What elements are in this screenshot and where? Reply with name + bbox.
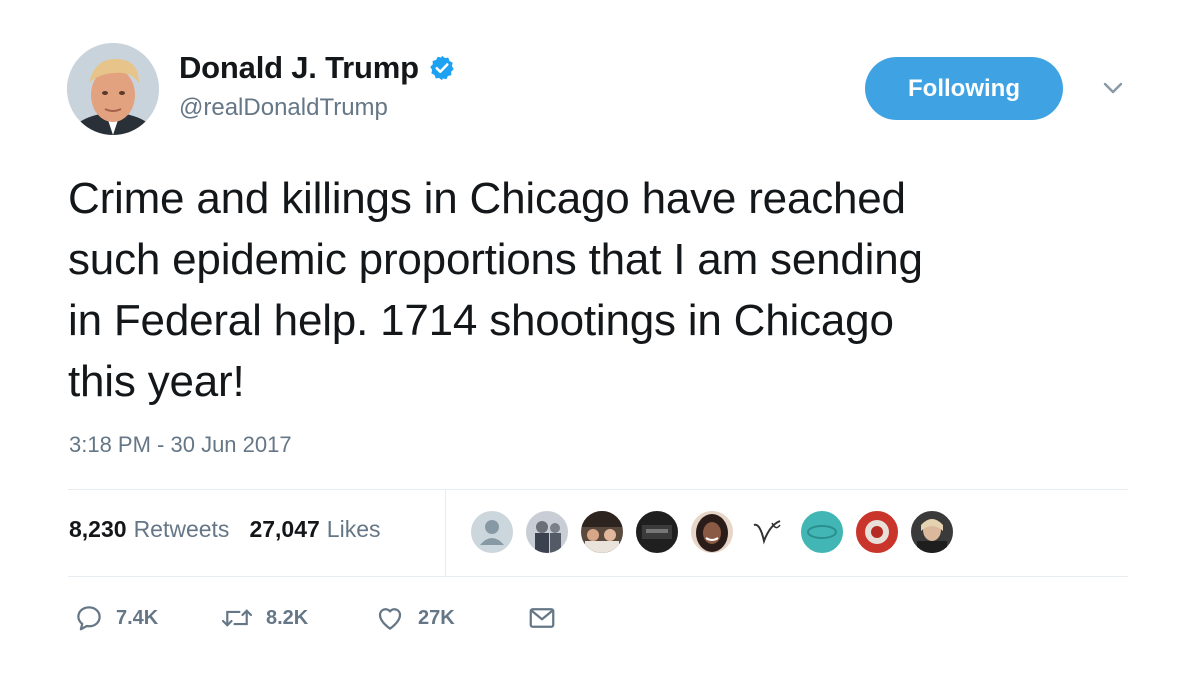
retweet-icon[interactable] [220, 603, 254, 633]
liker-avatar[interactable] [744, 509, 790, 555]
liker-avatar[interactable] [634, 509, 680, 555]
tweet-card: Donald J. Trump @realDonaldTrump Followi… [0, 0, 1200, 674]
likes-count[interactable]: 27,047 [249, 516, 319, 543]
liker-avatar[interactable] [469, 509, 515, 555]
profile-avatar[interactable] [67, 43, 159, 135]
author-info: Donald J. Trump @realDonaldTrump [179, 50, 456, 122]
reply-action[interactable]: 7.4K [74, 603, 158, 633]
retweet-action[interactable]: 8.2K [220, 603, 308, 633]
tweet-text-line: in Federal help. 1714 shootings in Chica… [68, 296, 894, 345]
divider [68, 576, 1128, 577]
tweet-text-line: such epidemic proportions that I am send… [68, 235, 923, 284]
chevron-down-icon[interactable] [1101, 80, 1125, 96]
retweets-count[interactable]: 8,230 [69, 516, 127, 543]
tweet-timestamp[interactable]: 3:18 PM - 30 Jun 2017 [69, 432, 292, 458]
liker-avatar[interactable] [854, 509, 900, 555]
heart-icon[interactable] [374, 603, 406, 633]
like-count: 27K [418, 606, 455, 629]
liker-avatar[interactable] [689, 509, 735, 555]
likes-label[interactable]: Likes [327, 516, 381, 543]
tweet-text: Crime and killings in Chicago have reach… [68, 168, 1148, 412]
user-handle[interactable]: @realDonaldTrump [179, 94, 456, 122]
liker-avatar[interactable] [524, 509, 570, 555]
stats-separator [445, 490, 446, 576]
liker-avatar[interactable] [799, 509, 845, 555]
divider [68, 489, 1128, 490]
reply-icon[interactable] [74, 603, 104, 633]
retweet-count: 8.2K [266, 606, 309, 629]
liker-avatar[interactable] [909, 509, 955, 555]
following-button[interactable]: Following [865, 57, 1063, 120]
display-name[interactable]: Donald J. Trump [179, 50, 419, 86]
direct-message-action[interactable] [526, 603, 558, 633]
reply-count: 7.4K [116, 606, 159, 629]
liker-avatar[interactable] [579, 509, 625, 555]
envelope-icon[interactable] [526, 603, 558, 633]
tweet-text-line: Crime and killings in Chicago have reach… [68, 174, 906, 223]
tweet-stats: 8,230 Retweets 27,047 Likes [69, 516, 381, 543]
verified-badge-icon [428, 54, 456, 82]
like-action[interactable]: 27K [374, 603, 455, 633]
retweets-label[interactable]: Retweets [134, 516, 230, 543]
tweet-text-line: this year! [68, 357, 245, 406]
